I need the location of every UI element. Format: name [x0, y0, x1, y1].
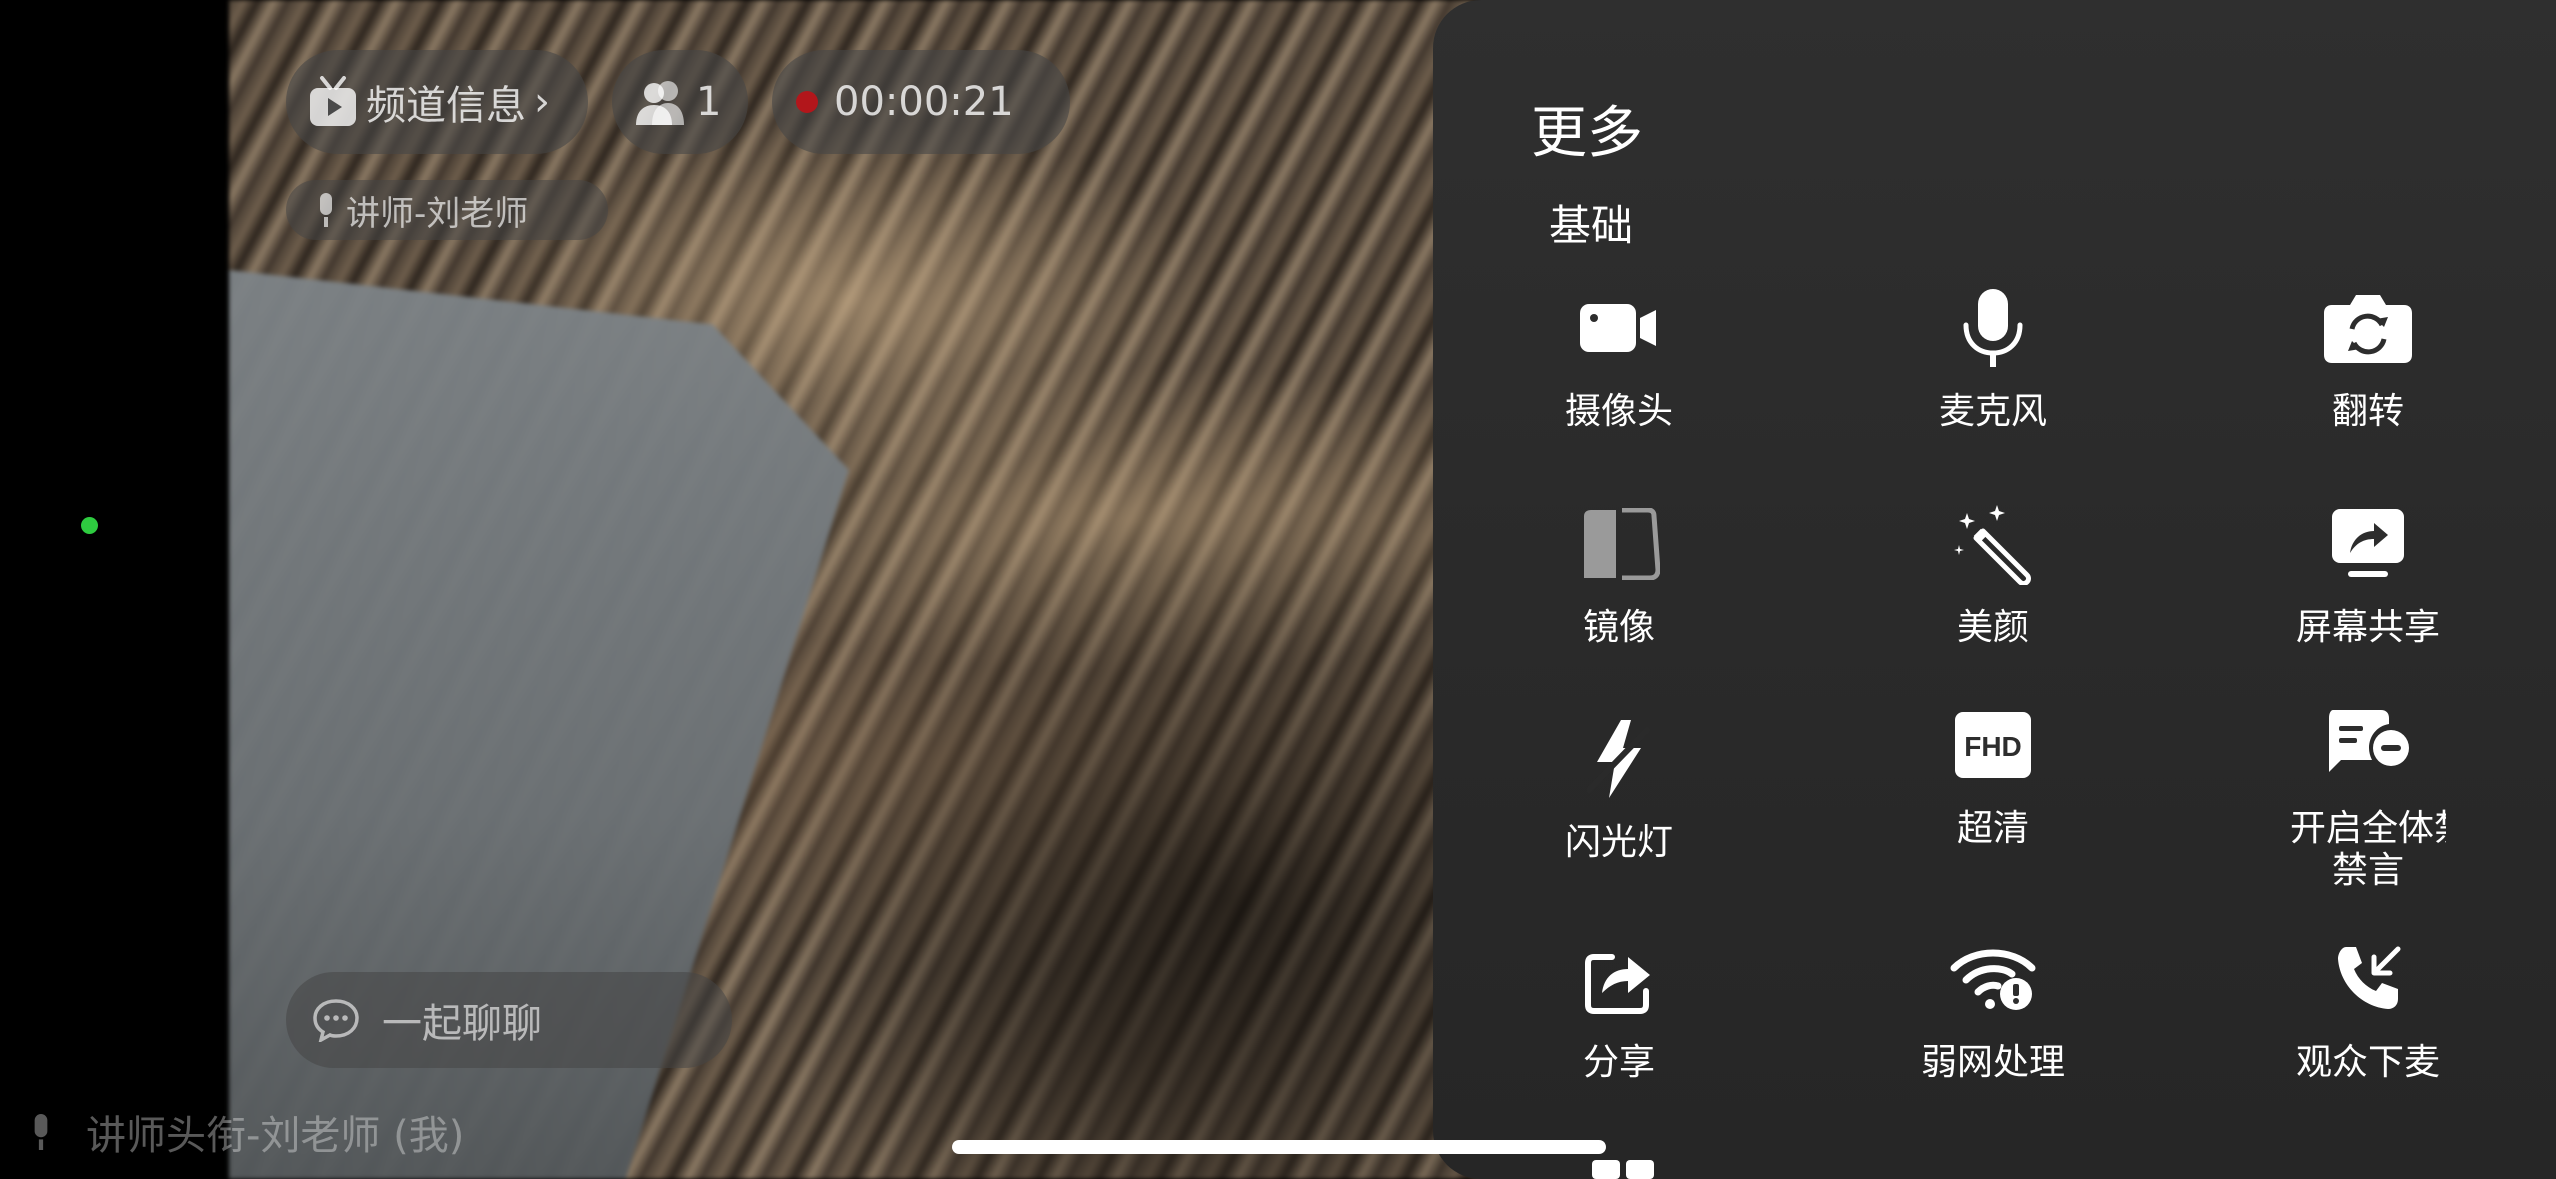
member-count-button[interactable]: 1 — [612, 50, 748, 154]
microphone-icon — [1963, 289, 2023, 367]
mute-all-chat-icon — [2329, 710, 2409, 772]
panel-title: 更多 — [1531, 101, 1643, 166]
mute-all-label: 开启全体禁言 禁言 — [2290, 808, 2446, 892]
flash-label: 闪光灯 — [1564, 822, 1673, 863]
mute-all-label-line1: 开启全体禁言 — [2290, 808, 2446, 849]
magic-wand-icon — [1954, 505, 2031, 585]
speaker-tag: 讲师-刘老师 — [286, 180, 608, 240]
fhd-badge-text: FHD — [1964, 731, 2022, 762]
audience-leave-mic-label: 观众下麦 — [2295, 1042, 2440, 1083]
mirror-button[interactable]: 镜像 — [1489, 499, 1749, 649]
hd-quality-button[interactable]: FHD 超清 — [1863, 700, 2123, 850]
hang-up-audience-icon — [2338, 946, 2401, 1009]
beauty-button[interactable]: 美颜 — [1863, 499, 2123, 649]
mic-icon — [320, 193, 332, 227]
self-speaker-label: 讲师头衔-刘老师 (我) — [30, 1104, 464, 1160]
camera-icon — [1580, 304, 1656, 352]
camera-label: 摄像头 — [1564, 391, 1673, 432]
flash-icon — [1587, 720, 1651, 798]
share-icon — [1585, 954, 1650, 1014]
flip-camera-button[interactable]: 翻转 — [2238, 283, 2498, 433]
mirror-label: 镜像 — [1582, 607, 1655, 648]
screen-share-button[interactable]: 屏幕共享 — [2238, 499, 2498, 649]
channel-info-button[interactable]: 频道信息 › — [286, 50, 588, 154]
weak-network-icon — [1950, 949, 2036, 1010]
recording-timer: 00:00:21 — [772, 50, 1070, 154]
more-panel: 更多 基础 摄像头 麦克风 翻转 镜像 美颜 屏幕共享 闪光灯 FHD 超清 开… — [1433, 0, 2556, 1179]
camera-button[interactable]: 摄像头 — [1489, 283, 1749, 433]
chat-bubble-icon — [313, 999, 359, 1042]
chat-input[interactable]: 一起聊聊 — [286, 972, 732, 1068]
fhd-icon: FHD — [1955, 712, 2031, 778]
recording-dot-icon — [796, 91, 818, 113]
hd-quality-label: 超清 — [1956, 808, 2029, 849]
tv-icon — [310, 76, 356, 126]
section-title: 基础 — [1549, 201, 1634, 250]
mirror-icon — [1584, 508, 1660, 580]
screen-share-label: 屏幕共享 — [2295, 607, 2440, 648]
channel-info-label: 频道信息 — [366, 83, 526, 129]
grid-icon — [1592, 1160, 1654, 1179]
microphone-button[interactable]: 麦克风 — [1863, 283, 2123, 433]
status-indicator-dot — [81, 517, 98, 534]
audience-leave-mic-button[interactable]: 观众下麦 — [2238, 934, 2498, 1084]
recording-time: 00:00:21 — [834, 79, 1014, 125]
mute-all-button[interactable]: 开启全体禁言 禁言 — [2238, 700, 2498, 892]
beauty-label: 美颜 — [1956, 607, 2029, 648]
flip-camera-icon — [2324, 295, 2412, 363]
share-label: 分享 — [1582, 1042, 1655, 1083]
member-count: 1 — [696, 79, 722, 125]
mute-all-label-line2: 禁言 — [2331, 850, 2404, 891]
microphone-label: 麦克风 — [1938, 391, 2047, 432]
speaker-label: 讲师-刘老师 — [346, 193, 529, 234]
share-button[interactable]: 分享 — [1489, 934, 1749, 1084]
screen-share-icon — [2332, 509, 2404, 577]
weak-network-label: 弱网处理 — [1920, 1042, 2065, 1083]
chat-placeholder: 一起聊聊 — [382, 1001, 542, 1047]
home-indicator[interactable] — [952, 1140, 1606, 1154]
users-icon — [636, 81, 684, 125]
flash-button[interactable]: 闪光灯 — [1489, 714, 1749, 864]
mic-icon — [34, 1114, 48, 1150]
self-speaker-text: 讲师头衔-刘老师 (我) — [86, 1113, 465, 1159]
flip-camera-label: 翻转 — [2331, 391, 2404, 432]
chevron-right-icon: › — [534, 79, 550, 125]
weak-network-button[interactable]: 弱网处理 — [1863, 934, 2123, 1084]
